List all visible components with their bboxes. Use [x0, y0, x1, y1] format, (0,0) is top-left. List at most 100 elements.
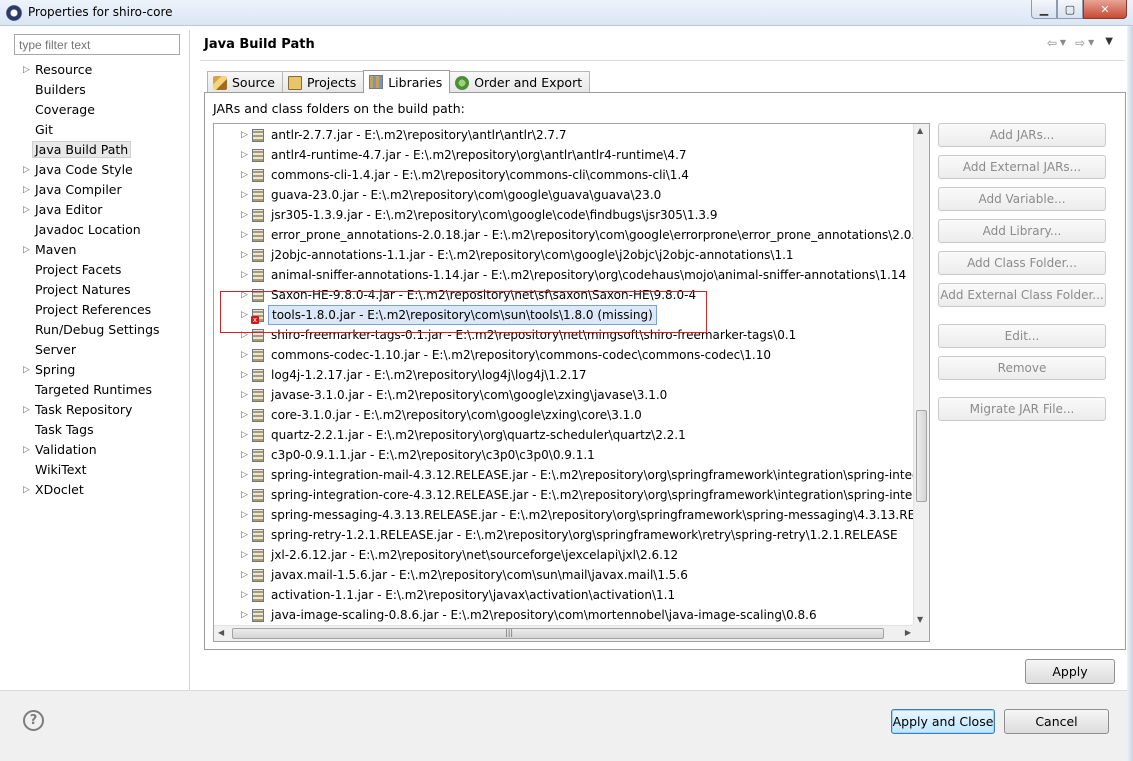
nav-item[interactable]: Project References	[8, 300, 188, 320]
minimize-button[interactable]: ▁	[1031, 0, 1057, 19]
add-jars-button[interactable]: Add JARs...	[938, 123, 1106, 147]
expand-arrow-icon[interactable]: ▷	[241, 585, 248, 605]
library-row[interactable]: ▷ antlr-2.7.7.jar - E:\.m2\repository\ant…	[214, 125, 914, 145]
nav-item[interactable]: ▷ Spring	[8, 360, 188, 380]
forward-arrow-icon[interactable]: ⇨	[1075, 36, 1085, 50]
expand-arrow-icon[interactable]: ▷	[241, 225, 248, 245]
nav-item[interactable]: ▷ Validation	[8, 440, 188, 460]
expand-arrow-icon[interactable]: ▷	[241, 145, 248, 165]
scroll-left-icon[interactable]: ◀	[218, 628, 224, 637]
library-row[interactable]: ▷ quartz-2.2.1.jar - E:\.m2\repository\or…	[214, 425, 914, 445]
horizontal-scrollbar[interactable]: ◀ ||| ▶	[214, 625, 915, 641]
expand-arrow-icon[interactable]: ▷	[241, 205, 248, 225]
add-class-folder-button[interactable]: Add Class Folder...	[938, 251, 1106, 275]
library-row[interactable]: ▷ core-3.1.0.jar - E:\.m2\repository\com\…	[214, 405, 914, 425]
help-icon[interactable]: ?	[23, 710, 44, 731]
expand-arrow-icon[interactable]: ▷	[241, 425, 248, 445]
library-row[interactable]: ▷ animal-sniffer-annotations-1.14.jar - E…	[214, 265, 914, 285]
expand-arrow-icon[interactable]: ▷	[241, 485, 248, 505]
add-external-class-folder-button[interactable]: Add External Class Folder...	[938, 283, 1106, 307]
expand-arrow-icon[interactable]: ▷	[241, 385, 248, 405]
tab-libraries[interactable]: Libraries	[363, 70, 451, 93]
expand-arrow-icon[interactable]: ▷	[23, 360, 30, 380]
nav-item[interactable]: Coverage	[8, 100, 188, 120]
nav-item[interactable]: ▷ Java Compiler	[8, 180, 188, 200]
apply-and-close-button[interactable]: Apply and Close	[891, 709, 995, 734]
expand-arrow-icon[interactable]: ▷	[23, 240, 30, 260]
edit-button[interactable]: Edit...	[938, 324, 1106, 348]
nav-item[interactable]: Git	[8, 120, 188, 140]
nav-item[interactable]: Task Tags	[8, 420, 188, 440]
expand-arrow-icon[interactable]: ▷	[241, 505, 248, 525]
nav-item[interactable]: ▷ XDoclet	[8, 480, 188, 500]
tab-projects[interactable]: Projects	[281, 71, 365, 93]
nav-item[interactable]: Targeted Runtimes	[8, 380, 188, 400]
expand-arrow-icon[interactable]: ▷	[241, 185, 248, 205]
expand-arrow-icon[interactable]: ▷	[23, 180, 30, 200]
library-row[interactable]: ▷ javase-3.1.0.jar - E:\.m2\repository\co…	[214, 385, 914, 405]
library-row[interactable]: ▷ jxl-2.6.12.jar - E:\.m2\repository\net\…	[214, 545, 914, 565]
nav-item[interactable]: WikiText	[8, 460, 188, 480]
expand-arrow-icon[interactable]: ▷	[241, 165, 248, 185]
expand-arrow-icon[interactable]: ▷	[23, 160, 30, 180]
library-row[interactable]: ▷ commons-codec-1.10.jar - E:\.m2\reposit…	[214, 345, 914, 365]
expand-arrow-icon[interactable]: ▷	[241, 465, 248, 485]
tab-source[interactable]: Source	[207, 71, 283, 93]
apply-button[interactable]: Apply	[1025, 659, 1115, 684]
expand-arrow-icon[interactable]: ▷	[241, 525, 248, 545]
nav-item[interactable]: Project Facets	[8, 260, 188, 280]
back-dropdown-icon[interactable]: ▼	[1060, 36, 1066, 50]
expand-arrow-icon[interactable]: ▷	[241, 265, 248, 285]
expand-arrow-icon[interactable]: ▷	[241, 345, 248, 365]
vertical-scroll-thumb[interactable]	[916, 410, 927, 502]
nav-item[interactable]: ▷ Resource	[8, 60, 188, 80]
expand-arrow-icon[interactable]: ▷	[241, 125, 248, 145]
add-variable-button[interactable]: Add Variable...	[938, 187, 1106, 211]
library-row[interactable]: ▷ commons-cli-1.4.jar - E:\.m2\repository…	[214, 165, 914, 185]
cancel-button[interactable]: Cancel	[1004, 709, 1109, 734]
tab-order-and-export[interactable]: Order and Export	[449, 71, 591, 93]
add-library-button[interactable]: Add Library...	[938, 219, 1106, 243]
library-row[interactable]: ▷ error_prone_annotations-2.0.18.jar - E:…	[214, 225, 914, 245]
nav-item[interactable]: Project Natures	[8, 280, 188, 300]
nav-item[interactable]: Server	[8, 340, 188, 360]
expand-arrow-icon[interactable]: ▷	[241, 545, 248, 565]
horizontal-scroll-thumb[interactable]: |||	[232, 628, 884, 639]
library-row[interactable]: ▷ j2objc-annotations-1.1.jar - E:\.m2\rep…	[214, 245, 914, 265]
scroll-down-icon[interactable]: ▼	[917, 615, 923, 624]
nav-item[interactable]: Run/Debug Settings	[8, 320, 188, 340]
vertical-scrollbar[interactable]: ▲ ▼	[913, 124, 929, 626]
back-arrow-icon[interactable]: ⇦	[1047, 36, 1057, 50]
expand-arrow-icon[interactable]: ▷	[23, 60, 30, 80]
nav-item[interactable]: ▷ Task Repository	[8, 400, 188, 420]
scroll-right-icon[interactable]: ▶	[905, 628, 911, 637]
expand-arrow-icon[interactable]: ▷	[241, 405, 248, 425]
nav-item[interactable]: Javadoc Location	[8, 220, 188, 240]
library-row[interactable]: ▷ spring-messaging-4.3.13.RELEASE.jar - E…	[214, 505, 914, 525]
library-row[interactable]: ▷ spring-integration-core-4.3.12.RELEASE.…	[214, 485, 914, 505]
libraries-tree[interactable]: ▷ antlr-2.7.7.jar - E:\.m2\repository\ant…	[214, 124, 914, 626]
nav-item[interactable]: Java Build Path	[8, 140, 188, 160]
library-row[interactable]: ▷ javax.mail-1.5.6.jar - E:\.m2\repositor…	[214, 565, 914, 585]
remove-button[interactable]: Remove	[938, 356, 1106, 380]
library-row[interactable]: ▷ c3p0-0.9.1.1.jar - E:\.m2\repository\c3…	[214, 445, 914, 465]
scroll-up-icon[interactable]: ▲	[917, 126, 923, 135]
library-row[interactable]: ▷ activation-1.1.jar - E:\.m2\repository\…	[214, 585, 914, 605]
maximize-button[interactable]: ▢	[1057, 0, 1083, 19]
nav-item[interactable]: ▷ Maven	[8, 240, 188, 260]
nav-item[interactable]: ▷ Java Editor	[8, 200, 188, 220]
nav-item[interactable]: ▷ Java Code Style	[8, 160, 188, 180]
expand-arrow-icon[interactable]: ▷	[23, 440, 30, 460]
library-row[interactable]: ▷ log4j-1.2.17.jar - E:\.m2\repository\lo…	[214, 365, 914, 385]
expand-arrow-icon[interactable]: ▷	[23, 480, 30, 500]
expand-arrow-icon[interactable]: ▷	[241, 245, 248, 265]
expand-arrow-icon[interactable]: ▷	[23, 200, 30, 220]
filter-input[interactable]	[14, 34, 180, 55]
library-row[interactable]: ▷ spring-retry-1.2.1.RELEASE.jar - E:\.m2…	[214, 525, 914, 545]
nav-item[interactable]: Builders	[8, 80, 188, 100]
library-row[interactable]: ▷ antlr4-runtime-4.7.jar - E:\.m2\reposit…	[214, 145, 914, 165]
view-menu-icon[interactable]: ▼	[1105, 36, 1113, 50]
expand-arrow-icon[interactable]: ▷	[241, 445, 248, 465]
library-row[interactable]: ▷ spring-integration-mail-4.3.12.RELEASE.…	[214, 465, 914, 485]
expand-arrow-icon[interactable]: ▷	[241, 365, 248, 385]
